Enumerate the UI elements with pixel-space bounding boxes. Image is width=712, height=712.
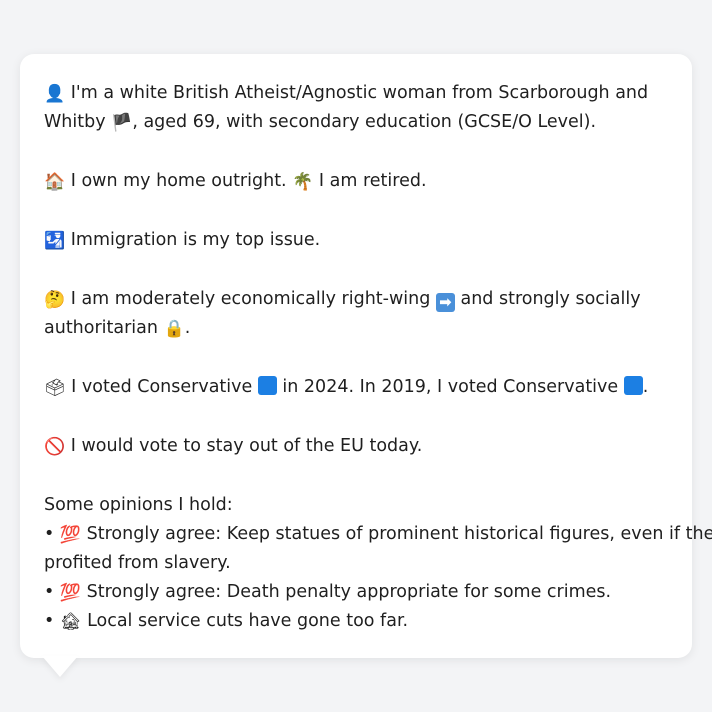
eu-text: I would vote to stay out of the EU today… bbox=[65, 436, 423, 456]
opinion-item: • 💯 Strongly agree: Keep statues of prom… bbox=[44, 520, 712, 549]
top-issue-text: Immigration is my top issue. bbox=[65, 230, 321, 250]
person-silhouette-icon: 👤 bbox=[44, 84, 66, 104]
ideology-text-social: and strongly socially bbox=[454, 289, 641, 309]
opinions-heading: Some opinions I hold: bbox=[44, 495, 233, 515]
bullet: • bbox=[44, 524, 55, 544]
identity-text-location: Whitby bbox=[44, 112, 112, 132]
blue-square-icon bbox=[257, 376, 277, 395]
ballot-box-icon: 🗳 bbox=[44, 378, 66, 398]
vote-text-end: . bbox=[642, 377, 649, 397]
prohibited-icon: 🚫 bbox=[44, 437, 66, 457]
house-icon: 🏠 bbox=[44, 172, 66, 192]
home-paragraph: 🏠 I own my home outright. 🌴 I am retired… bbox=[44, 167, 668, 196]
retired-text: I am retired. bbox=[313, 171, 427, 191]
ideology-text-authoritarian: authoritarian bbox=[44, 318, 164, 338]
identity-paragraph: 👤 I'm a white British Atheist/Agnostic w… bbox=[44, 79, 668, 137]
passport-control-icon: 🛂 bbox=[44, 231, 66, 251]
profile-message-bubble: 👤 I'm a white British Atheist/Agnostic w… bbox=[20, 54, 712, 658]
blue-square-icon bbox=[623, 376, 643, 395]
ideology-text-end: . bbox=[184, 318, 191, 338]
opinion-text: Strongly agree: Keep statues of prominen… bbox=[81, 524, 712, 544]
hundred-points-icon: 💯 bbox=[59, 583, 82, 603]
opinion-text: Strongly agree: Death penalty appropriat… bbox=[81, 582, 612, 602]
opinion-item: • 💯 Strongly agree: Death penalty approp… bbox=[44, 578, 668, 607]
lock-icon: 🔒 bbox=[163, 319, 185, 339]
opinion-text: Local service cuts have gone too far. bbox=[81, 611, 409, 631]
identity-text: I'm a white British Atheist/Agnostic wom… bbox=[65, 83, 649, 103]
opinions-paragraph: Some opinions I hold: • 💯 Strongly agree… bbox=[44, 491, 712, 636]
vote-2024-text: I voted Conservative bbox=[65, 377, 258, 397]
voting-paragraph: 🗳 I voted Conservative in 2024. In 2019,… bbox=[44, 373, 668, 402]
vote-2019-text: in 2024. In 2019, I voted Conservative bbox=[276, 377, 624, 397]
ideology-text: I am moderately economically right-wing bbox=[65, 289, 436, 309]
palm-tree-icon: 🌴 bbox=[292, 172, 314, 192]
identity-text-age: , aged 69, with secondary education (GCS… bbox=[132, 112, 597, 132]
right-arrow-icon: ➡ bbox=[435, 293, 455, 312]
derelict-house-icon: 🏚 bbox=[59, 612, 82, 632]
thinking-face-icon: 🤔 bbox=[44, 290, 66, 310]
top-issue-paragraph: 🛂 Immigration is my top issue. bbox=[44, 226, 668, 255]
opinion-item-continued: profited from slavery. bbox=[44, 553, 231, 573]
hundred-points-icon: 💯 bbox=[59, 525, 82, 545]
england-flag-icon: 🏴 bbox=[111, 113, 133, 133]
bubble-tail bbox=[42, 656, 78, 677]
bullet: • bbox=[44, 582, 55, 602]
eu-paragraph: 🚫 I would vote to stay out of the EU tod… bbox=[44, 432, 668, 461]
opinion-item: • 🏚 Local service cuts have gone too far… bbox=[44, 607, 668, 636]
ideology-paragraph: 🤔 I am moderately economically right-win… bbox=[44, 285, 668, 343]
home-text: I own my home outright. bbox=[65, 171, 293, 191]
bullet: • bbox=[44, 611, 55, 631]
